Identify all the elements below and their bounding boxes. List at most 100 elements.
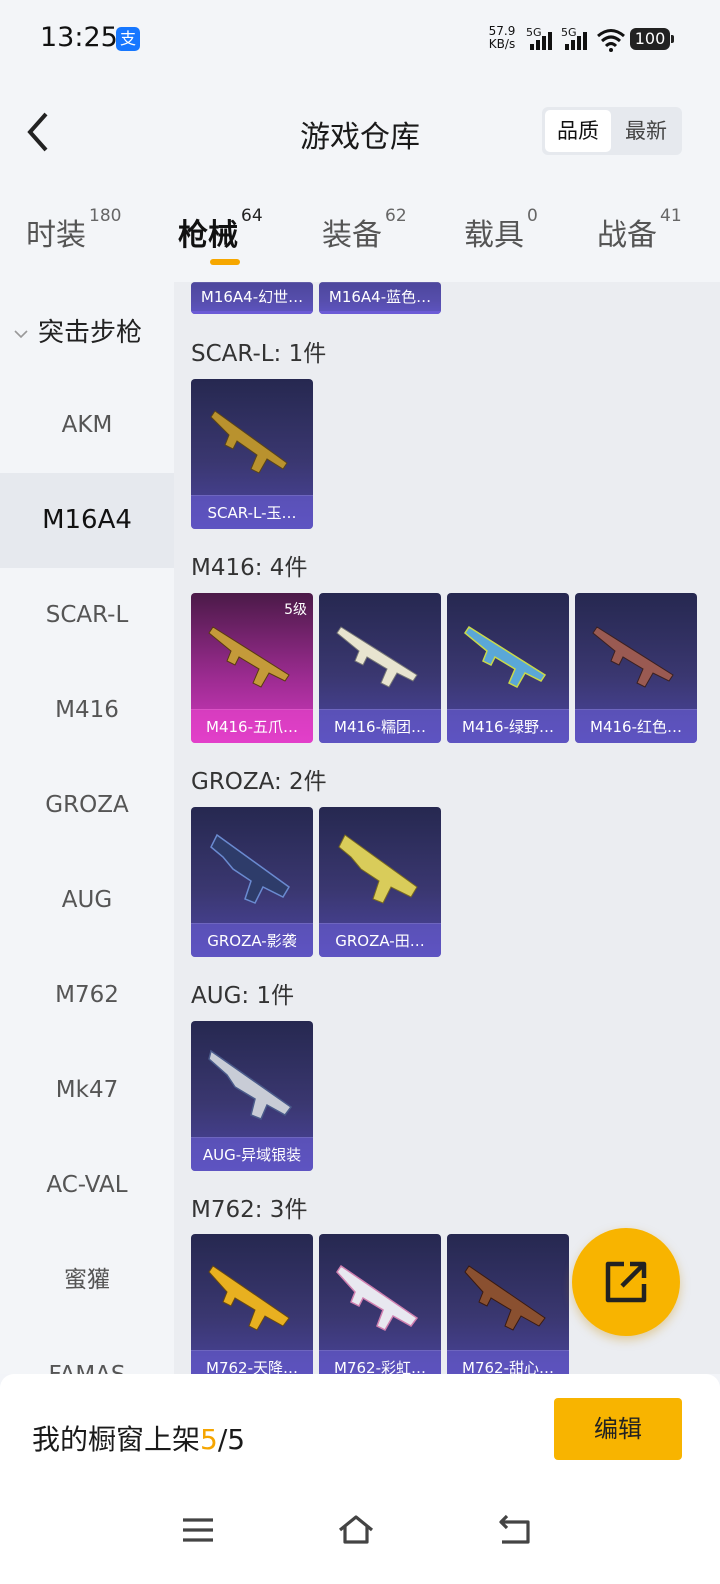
sidebar-item-m762[interactable]: M762 [0,948,174,1043]
section-title-m762: M762: 3件 [191,1197,308,1223]
share-external-icon [605,1261,647,1303]
section-title-groza: GROZA: 2件 [191,769,327,795]
skin-name: M762-甜心… [447,1350,569,1374]
tab-label: 时装 [26,218,86,253]
skin-card[interactable]: M416-红色… [575,593,697,743]
rifle-icon [208,1265,290,1331]
chevron-down-icon [14,329,28,338]
section-title-scar-l: SCAR-L: 1件 [191,341,327,367]
return-icon[interactable] [494,1510,534,1550]
share-button[interactable] [572,1228,680,1336]
skin-name: M16A4-幻世… [191,282,313,314]
section-title-aug: AUG: 1件 [191,983,295,1009]
sidebar-item-m416[interactable]: M416 [0,663,174,758]
tab-guns[interactable]: 枪械64 [178,206,263,254]
skin-card[interactable]: M762-彩虹… [319,1234,441,1374]
system-nav-bar [0,1486,720,1584]
active-tab-indicator [210,259,240,265]
edit-button[interactable]: 编辑 [554,1398,682,1460]
skin-card[interactable]: GROZA-影袭 [191,807,313,957]
tab-label: 载具 [464,218,524,253]
sim1-label: 5G [526,26,542,39]
tab-label: 枪械 [178,218,238,253]
rifle-icon [210,833,290,904]
status-time: 13:25 [40,22,118,53]
sidebar-item-scar-l[interactable]: SCAR-L [0,568,174,663]
sidebar-item-akm[interactable]: AKM [0,378,174,473]
skin-name: GROZA-田… [319,923,441,957]
tab-count: 64 [241,206,263,226]
signal-5g-icon-1: 5G [526,26,554,52]
home-icon[interactable] [336,1510,376,1550]
skin-card[interactable]: 5级 M416-五爪… [191,593,313,743]
section-title-m416: M416: 4件 [191,555,308,581]
skin-name: AUG-异域银装 [191,1137,313,1171]
skin-card[interactable]: M16A4-幻世… [191,282,313,314]
network-speed-unit: KB/s [488,37,516,51]
sidebar-item-mk47[interactable]: Mk47 [0,1043,174,1138]
skin-card[interactable]: M16A4-蓝色… [319,282,441,314]
network-speed: 57.9 KB/s [486,25,518,51]
tab-count: 41 [660,206,682,226]
sidebar-item-famas[interactable]: FAMAS [0,1328,174,1374]
skin-card[interactable]: M416-绿野… [447,593,569,743]
showcase-label: 我的橱窗上架 [32,1423,201,1456]
page-header: 游戏仓库 品质 最新 [0,76,720,186]
tab-label: 装备 [322,218,382,253]
skin-name: M416-五爪… [191,709,313,743]
menu-icon[interactable] [178,1510,218,1550]
battery-icon: 100 [630,28,674,50]
skin-name: M416-红色… [575,709,697,743]
rifle-icon [463,625,547,688]
sort-toggle: 品质 最新 [542,107,682,155]
tab-supplies[interactable]: 战备41 [597,206,682,254]
skin-grid: M16A4-幻世… M16A4-蓝色… SCAR-L: 1件 SCAR-L-玉…… [174,282,720,1374]
tab-label: 战备 [597,218,657,253]
rifle-icon [336,1264,419,1331]
skin-name: M762-天降… [191,1350,313,1374]
weapon-type-sidebar: 突击步枪 AKM M16A4 SCAR-L M416 GROZA AUG M76… [0,282,174,1374]
tab-count: 62 [385,206,407,226]
alipay-icon: 支 [116,27,140,51]
sort-quality-button[interactable]: 品质 [545,110,611,152]
rifle-icon [336,626,418,688]
signal-5g-icon-2: 5G [561,26,589,52]
skin-card[interactable]: GROZA-田… [319,807,441,957]
showcase-current-count: 5 [200,1423,218,1456]
sidebar-group-assault-rifles[interactable]: 突击步枪 [14,312,142,349]
tab-count: 180 [89,206,122,226]
rifle-icon [208,1049,293,1120]
sidebar-group-label: 突击步枪 [38,318,143,348]
tab-vehicles[interactable]: 载具0 [464,206,538,254]
skin-name: SCAR-L-玉… [191,495,313,529]
skin-card[interactable]: AUG-异域银装 [191,1021,313,1171]
showcase-total: /5 [217,1423,246,1456]
skin-level-badge: 5级 [284,602,307,618]
showcase-bar: 我的橱窗上架5/5 编辑 [0,1374,720,1584]
tab-fashion[interactable]: 时装180 [26,206,121,254]
rifle-icon [338,834,418,904]
rifle-icon [464,1265,546,1331]
sidebar-item-groza[interactable]: GROZA [0,758,174,853]
status-bar: 13:25 支 57.9 KB/s 5G 5G 100 [0,0,720,76]
sidebar-item-aug[interactable]: AUG [0,853,174,948]
skin-card[interactable]: SCAR-L-玉… [191,379,313,529]
sidebar-item-m16a4[interactable]: M16A4 [0,473,174,568]
sim2-label: 5G [561,26,577,39]
rifle-icon [592,626,674,688]
rifle-icon [210,410,288,474]
skin-card[interactable]: M762-天降… [191,1234,313,1374]
tab-equipment[interactable]: 装备62 [322,206,407,254]
sidebar-item-ac-val[interactable]: AC-VAL [0,1138,174,1233]
showcase-status: 我的橱窗上架5/5 [32,1418,245,1458]
warehouse-screen: 13:25 支 57.9 KB/s 5G 5G 100 游戏仓库 品质 最新 时… [0,0,720,1584]
skin-card[interactable]: M416-糯团… [319,593,441,743]
skin-name: M416-糯团… [319,709,441,743]
wifi-icon [597,29,625,52]
category-tabs: 时装180 枪械64 装备62 载具0 战备41 [0,186,720,282]
sidebar-item-honey-badger[interactable]: 蜜獾 [0,1233,174,1328]
sort-newest-button[interactable]: 最新 [613,110,679,152]
skin-card[interactable]: M762-甜心… [447,1234,569,1374]
skin-name: M416-绿野… [447,709,569,743]
skin-name: GROZA-影袭 [191,923,313,957]
